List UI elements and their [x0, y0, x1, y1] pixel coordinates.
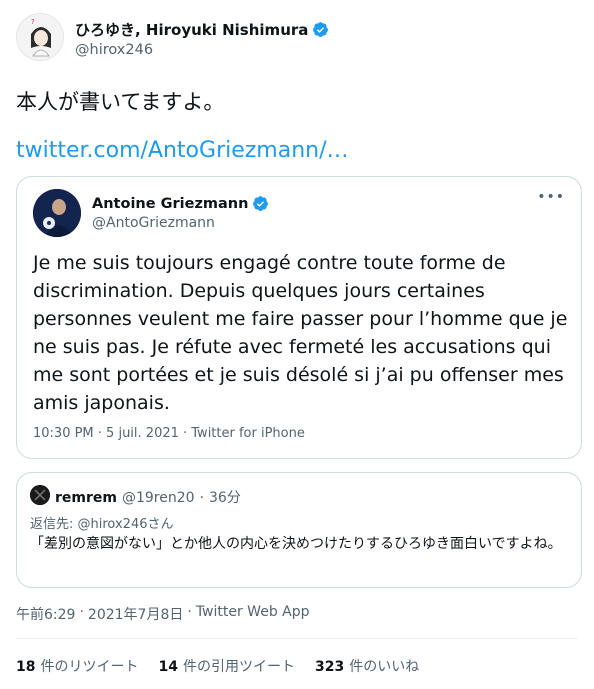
- reply-author-avatar[interactable]: [30, 485, 50, 505]
- more-options-icon[interactable]: •••: [537, 189, 565, 205]
- like-count: 323: [314, 659, 345, 675]
- verified-badge-icon: [313, 22, 329, 37]
- tweet-date[interactable]: 2021年7月8日: [88, 604, 183, 624]
- author-handle[interactable]: @hirox246: [75, 42, 153, 58]
- separator-dot: ·: [187, 604, 192, 620]
- author-name-row[interactable]: ひろゆき, Hiroyuki Nishimura: [75, 19, 329, 40]
- reply-author-display-name[interactable]: remrem: [55, 490, 117, 506]
- tweet-stats: 18 件のリツイート 14 件の引用ツイート 323 件のいいね: [16, 656, 419, 676]
- quoted-tweet-card[interactable]: Antoine Griezmann @AntoGriezmann ••• Je …: [16, 176, 582, 459]
- quoted-author-display-name[interactable]: Antoine Griezmann: [92, 196, 248, 212]
- quote-count: 14: [158, 659, 178, 675]
- tweet-source[interactable]: Twitter Web App: [196, 604, 310, 624]
- divider: [16, 638, 578, 639]
- reply-time[interactable]: 36分: [209, 487, 241, 507]
- quoted-tweet-meta[interactable]: 10:30 PM · 5 juil. 2021 · Twitter for iP…: [33, 426, 305, 441]
- like-count-link[interactable]: 323 件のいいね: [315, 656, 419, 676]
- quote-count-link[interactable]: 14 件の引用ツイート: [158, 656, 294, 676]
- quoted-tweet-text: Je me suis toujours engagé contre toute …: [33, 252, 568, 414]
- quote-label: 件の引用ツイート: [182, 659, 295, 675]
- like-label: 件のいいね: [349, 659, 420, 675]
- quoted-author-handle[interactable]: @AntoGriezmann: [92, 215, 215, 231]
- quoted-author-avatar[interactable]: [33, 189, 81, 237]
- tweet-header: ? ひろゆき, Hiroyuki Nishimura @hirox246: [16, 8, 578, 68]
- reply-author-handle[interactable]: @19ren20: [122, 490, 195, 506]
- reply-author-row[interactable]: remrem @19ren20 · 36分: [55, 487, 241, 507]
- tweet-timestamp: 午前6:29 · 2021年7月8日 · Twitter Web App: [16, 604, 310, 624]
- tweet-text: 本人が書いてますよ。: [16, 90, 225, 114]
- tweet-time[interactable]: 午前6:29: [16, 604, 75, 624]
- tweet-link[interactable]: twitter.com/AntoGriezmann/…: [16, 138, 349, 163]
- author-display-name[interactable]: ひろゆき, Hiroyuki Nishimura: [75, 19, 308, 40]
- separator-dot: ·: [79, 604, 84, 620]
- replying-to-label: 返信先: @hirox246さん: [30, 517, 174, 532]
- separator-dot: ·: [199, 490, 205, 506]
- svg-text:?: ?: [31, 18, 35, 26]
- reply-text: 「差別の意図がない」とか他人の内心を決めつけたりするひろゆき面白いですよね。: [30, 536, 562, 552]
- quoted-author-name-row[interactable]: Antoine Griezmann: [92, 195, 269, 212]
- retweet-count: 18: [16, 659, 36, 675]
- verified-badge-icon: [253, 196, 269, 211]
- retweet-count-link[interactable]: 18 件のリツイート: [16, 656, 138, 676]
- retweet-label: 件のリツイート: [40, 659, 139, 675]
- author-avatar[interactable]: ?: [16, 13, 64, 61]
- reply-card[interactable]: remrem @19ren20 · 36分 返信先: @hirox246さん 「…: [16, 472, 582, 588]
